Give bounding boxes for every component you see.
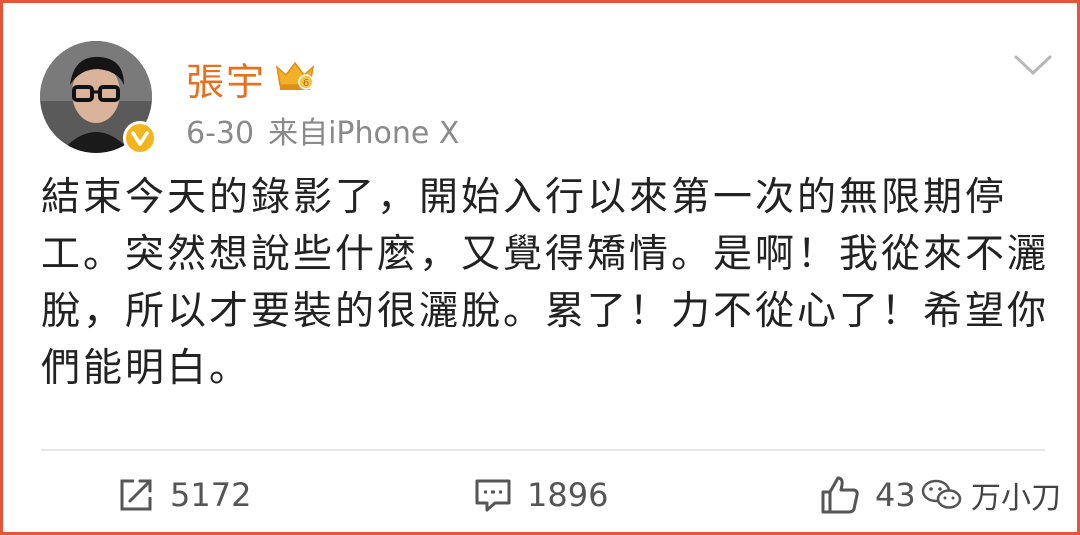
chevron-down-icon[interactable] [1013, 53, 1053, 77]
post-date: 6-30 [186, 116, 255, 151]
like-button[interactable]: 43 [819, 473, 916, 517]
thumbs-up-icon [821, 476, 859, 514]
divider [41, 449, 1045, 451]
wechat-icon [921, 479, 962, 509]
vip-crown-icon: 6 [275, 61, 315, 90]
like-count: 43 [875, 476, 916, 514]
post-frame: 張宇 6 6-30 来自iPhone X 結束今天的錄影了，開始入行以來第一次的無… [0, 0, 1080, 535]
verified-badge-icon [123, 121, 157, 155]
repost-button[interactable]: 5172 [116, 473, 251, 517]
username[interactable]: 張宇 [186, 51, 266, 106]
watermark-text: 万小刀 [971, 481, 1061, 516]
comment-button[interactable]: 1896 [473, 473, 608, 517]
svg-text:6: 6 [303, 78, 309, 89]
post-meta: 6-30 来自iPhone X [186, 108, 459, 152]
repost-count: 5172 [170, 476, 252, 514]
avatar[interactable] [40, 41, 157, 155]
post-source: 来自iPhone X [268, 116, 460, 151]
watermark: 万小刀 [921, 473, 1061, 517]
post-text: 結束今天的錄影了，開始入行以來第一次的無限期停工。突然想說些什麼，又覺得矯情。是… [41, 175, 1050, 391]
repost-icon [120, 479, 152, 511]
comment-icon [475, 479, 511, 512]
comment-count: 1896 [527, 476, 609, 514]
